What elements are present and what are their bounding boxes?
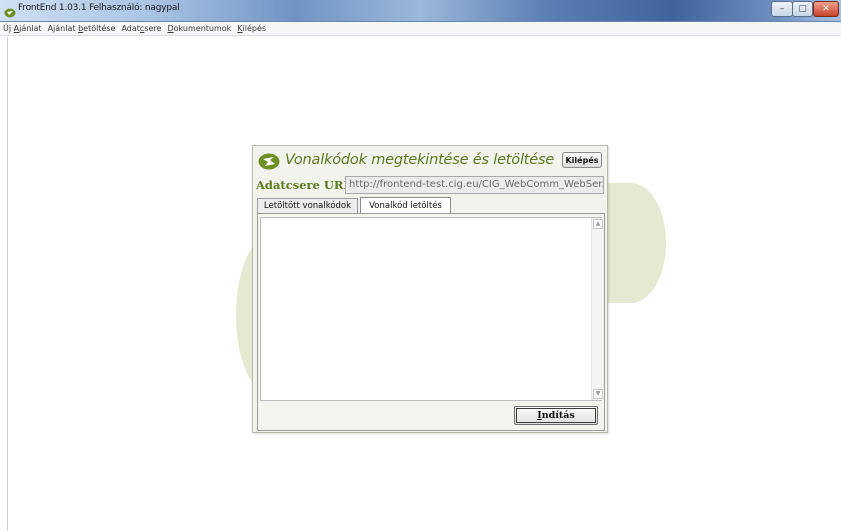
- exit-button[interactable]: Kilépés: [562, 152, 602, 168]
- tab-barcode-download[interactable]: Vonalkód letöltés: [360, 197, 451, 213]
- dialog-title: Vonalkódok megtekintése és letöltése: [285, 152, 555, 168]
- start-button[interactable]: Indítás: [514, 406, 598, 425]
- frontend-logo-icon: [258, 153, 280, 170]
- workspace-border: [7, 37, 8, 531]
- menu-item-load-offer[interactable]: Ajánlat betöltése: [48, 24, 116, 33]
- maximize-icon: ▢: [798, 3, 807, 14]
- menu-item-new-offer[interactable]: Új Ajánlat: [3, 24, 42, 33]
- maximize-button[interactable]: ▢: [792, 1, 813, 17]
- url-label: Adatcsere URL:: [256, 178, 356, 192]
- log-textarea[interactable]: [260, 217, 602, 401]
- menu-item-exit[interactable]: Kilépés: [237, 24, 266, 33]
- scroll-down-icon[interactable]: ▼: [593, 389, 603, 399]
- title-bar: FrontEnd 1.03.1 Felhasználó: nagypal – ▢…: [0, 0, 841, 22]
- menu-item-documents[interactable]: Dokumentumok: [167, 24, 231, 33]
- vertical-scrollbar[interactable]: ▲ ▼: [591, 218, 603, 400]
- tab-downloaded-barcodes[interactable]: Letöltött vonalkódok: [257, 198, 358, 213]
- menu-bar: Új Ajánlat Ajánlat betöltése Adatcsere D…: [0, 22, 841, 36]
- minimize-button[interactable]: –: [771, 1, 793, 17]
- close-icon: ✕: [822, 3, 830, 14]
- close-button[interactable]: ✕: [813, 1, 839, 17]
- menu-item-data-exchange[interactable]: Adatcsere: [121, 24, 161, 33]
- tab-panel: ▲ ▼ Indítás: [257, 213, 605, 431]
- url-field[interactable]: http://frontend-test.cig.eu/CIG_WebComm_…: [345, 176, 604, 194]
- window-title: FrontEnd 1.03.1 Felhasználó: nagypal: [18, 3, 180, 13]
- app-logo-icon: [4, 4, 16, 18]
- minimize-icon: –: [779, 3, 785, 14]
- barcode-dialog: Vonalkódok megtekintése és letöltése Kil…: [252, 145, 608, 433]
- scroll-up-icon[interactable]: ▲: [593, 219, 603, 229]
